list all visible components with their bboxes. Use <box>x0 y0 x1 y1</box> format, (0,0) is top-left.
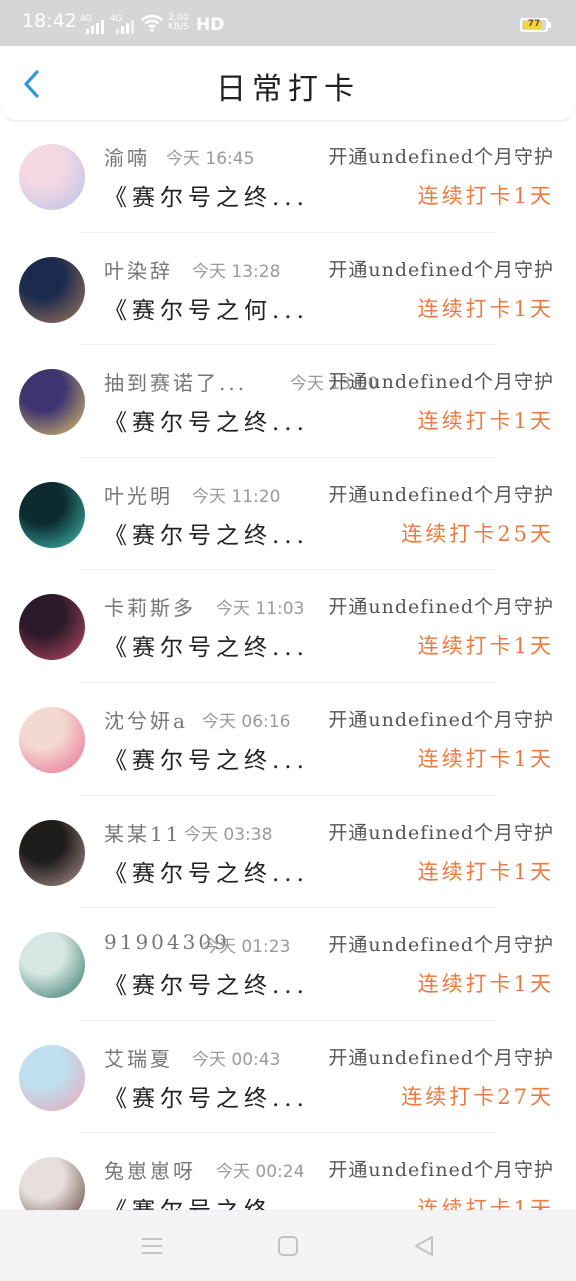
guard-info: 开通undefined个月守护 <box>328 596 554 619</box>
checkin-time: 今天 06:16 <box>202 711 291 732</box>
streak-label: 连续打卡1天 <box>417 746 554 771</box>
user-name[interactable]: 卡莉斯多 <box>104 592 196 621</box>
streak-label: 连续打卡1天 <box>417 972 554 997</box>
avatar[interactable] <box>19 256 85 323</box>
user-name[interactable]: 叶染辞 <box>104 255 173 284</box>
list-item[interactable]: 某某11 今天 03:38 开通undefined个月守护 《赛尔号之终... 连续打卡… <box>0 796 576 909</box>
guard-info: 开通undefined个月守护 <box>328 146 554 168</box>
list-item[interactable]: 91904309 今天 01:23 开通undefined个月守护 《赛尔号之终...… <box>0 908 576 1021</box>
list-item[interactable]: 沈兮妍a 今天 06:16 开通undefined个月守护 《赛尔号之终... 连续打卡… <box>0 683 576 796</box>
message-preview: 《赛尔号之终... <box>104 973 309 1000</box>
battery-tip <box>548 22 551 28</box>
checkin-time: 今天 13:28 <box>192 261 281 282</box>
message-preview: 《赛尔号之终... <box>104 522 309 549</box>
avatar[interactable] <box>19 706 85 773</box>
list-item[interactable]: 兔崽崽呀今天 00:24 开通undefined个月守护《赛尔号之终... 连续打卡… <box>0 1133 576 1210</box>
list-item[interactable]: 艾瑞夏 今天 00:43 开通undefined个月守护 《赛尔号之终... 连续打卡2… <box>0 1021 576 1134</box>
checkin-time: 今天 11:03 <box>216 599 305 620</box>
battery-level: 77 <box>527 19 541 29</box>
status-bar: 18:42 4G 4G 2.00 KB/S HD 77 <box>0 0 576 46</box>
list-item[interactable]: 卡莉斯多 今天 11:03 开通undefined个月守护 《赛尔号之终... 连续打卡… <box>0 570 576 683</box>
status-time: 18:42 <box>22 10 77 32</box>
checkin-list: 渝喃 今天 16:45 开通undefined个月守护 《赛尔号之终... 连续打卡1天… <box>0 120 576 1210</box>
message-preview: 《赛尔号之终... <box>104 635 309 662</box>
avatar[interactable] <box>19 819 85 886</box>
page-title: 日常打卡 <box>216 72 360 107</box>
streak-label: 连续打卡1天 <box>417 634 554 659</box>
signal-bars-icon <box>116 18 134 34</box>
system-nav-bar <box>0 1210 576 1281</box>
user-name[interactable]: 沈兮妍a <box>104 705 188 734</box>
streak-label: 连续打卡1天 <box>417 184 554 208</box>
guard-info: 开通undefined个月守护 <box>328 258 554 281</box>
list-item[interactable]: 叶光明 今天 11:20 开通undefined个月守护 《赛尔号之终... 连续打卡2… <box>0 458 576 571</box>
battery-icon: 77 <box>520 18 548 32</box>
signal-bars-icon <box>86 18 104 34</box>
list-item[interactable]: 渝喃 今天 16:45 开通undefined个月守护 《赛尔号之终... 连续打卡1天 <box>0 120 576 233</box>
checkin-time: 今天 16:45 <box>166 149 255 169</box>
hd-indicator: HD <box>196 15 225 35</box>
avatar[interactable] <box>19 594 85 661</box>
message-preview: 《赛尔号之终... <box>104 860 309 887</box>
avatar[interactable] <box>19 1157 85 1210</box>
guard-info: 开通undefined个月守护 <box>328 821 554 844</box>
checkin-time: 今天 00:43 <box>192 1049 281 1070</box>
streak-label: 连续打卡1天 <box>417 409 554 434</box>
list-item[interactable]: 叶染辞 今天 13:28 开通undefined个月守护 《赛尔号之何... 连续打卡1… <box>0 233 576 346</box>
wifi-icon <box>141 14 163 32</box>
message-preview: 《赛尔号之终... <box>104 185 309 211</box>
user-name[interactable]: 某某11 <box>104 818 181 847</box>
user-name[interactable]: 叶光明 <box>104 480 173 509</box>
avatar[interactable] <box>19 1044 85 1111</box>
user-name[interactable]: 渝喃 <box>104 142 150 171</box>
streak-label: 连续打卡1天 <box>417 1197 554 1210</box>
message-preview: 《赛尔号之终... <box>104 1191 309 1210</box>
message-preview: 《赛尔号之终... <box>104 1085 309 1112</box>
avatar[interactable] <box>19 932 85 999</box>
user-name[interactable]: 抽到赛诺了... <box>104 367 247 396</box>
user-name[interactable]: 兔崽崽呀 <box>104 1155 196 1184</box>
streak-label: 连续打卡27天 <box>401 1084 554 1109</box>
message-preview: 《赛尔号之终... <box>104 747 309 774</box>
back-triangle-icon[interactable] <box>411 1233 437 1259</box>
page-header: 日常打卡 <box>0 46 576 121</box>
avatar[interactable] <box>19 144 85 210</box>
checkin-time: 今天 01:23 <box>202 937 291 958</box>
checkin-time: 今天 11:20 <box>192 486 281 507</box>
streak-label: 连续打卡1天 <box>417 859 554 884</box>
guard-info: 开通undefined个月守护 <box>328 483 554 506</box>
streak-label: 连续打卡1天 <box>417 296 554 321</box>
user-name[interactable]: 艾瑞夏 <box>104 1043 173 1072</box>
avatar[interactable] <box>19 369 85 436</box>
streak-label: 连续打卡25天 <box>401 521 554 546</box>
network-speed: 2.00 KB/S <box>168 13 189 32</box>
guard-info: 开通undefined个月守护 <box>328 371 554 394</box>
guard-info: 开通undefined个月守护 <box>328 1046 554 1069</box>
menu-icon[interactable] <box>139 1233 165 1259</box>
home-icon[interactable] <box>275 1233 301 1259</box>
message-preview: 《赛尔号之何... <box>104 297 309 324</box>
list-item[interactable]: 抽到赛诺了... 今天 13:00 开通undefined个月守护 《赛尔号之终...… <box>0 345 576 458</box>
avatar[interactable] <box>19 481 85 548</box>
guard-info: 开通undefined个月守护 <box>328 934 554 957</box>
checkin-time: 今天 03:38 <box>184 824 273 845</box>
guard-info: 开通undefined个月守护 <box>328 708 554 731</box>
checkin-time: 今天 00:24 <box>216 1162 305 1183</box>
guard-info: 开通undefined个月守护 <box>328 1159 554 1182</box>
message-preview: 《赛尔号之终... <box>104 410 309 437</box>
